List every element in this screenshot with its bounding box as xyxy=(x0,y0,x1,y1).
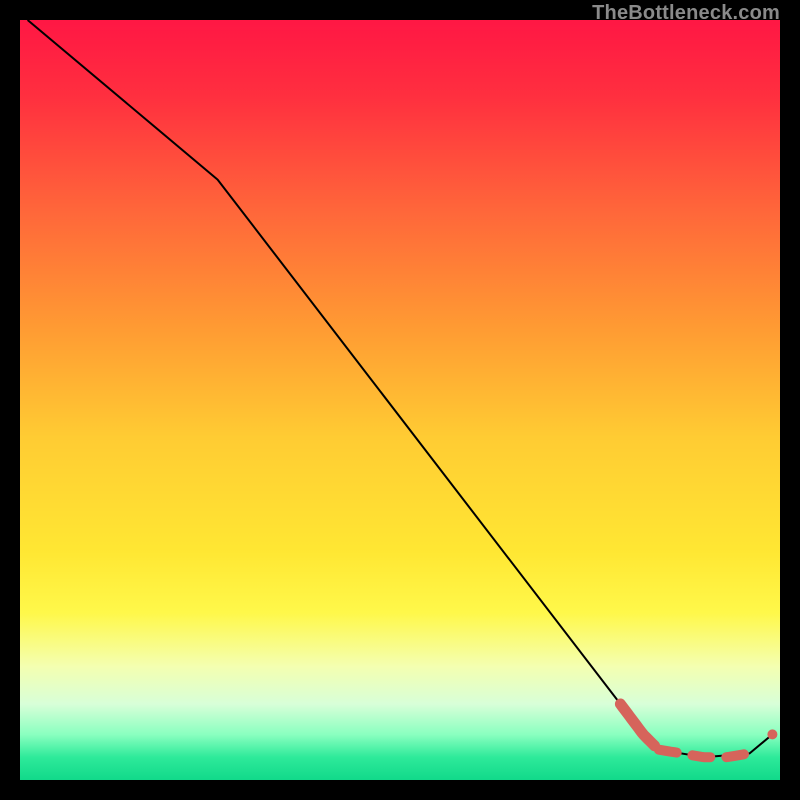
bottleneck-chart xyxy=(0,0,800,800)
end-marker xyxy=(767,729,777,739)
chart-frame: TheBottleneck.com xyxy=(0,0,800,800)
plot-background xyxy=(20,20,780,780)
